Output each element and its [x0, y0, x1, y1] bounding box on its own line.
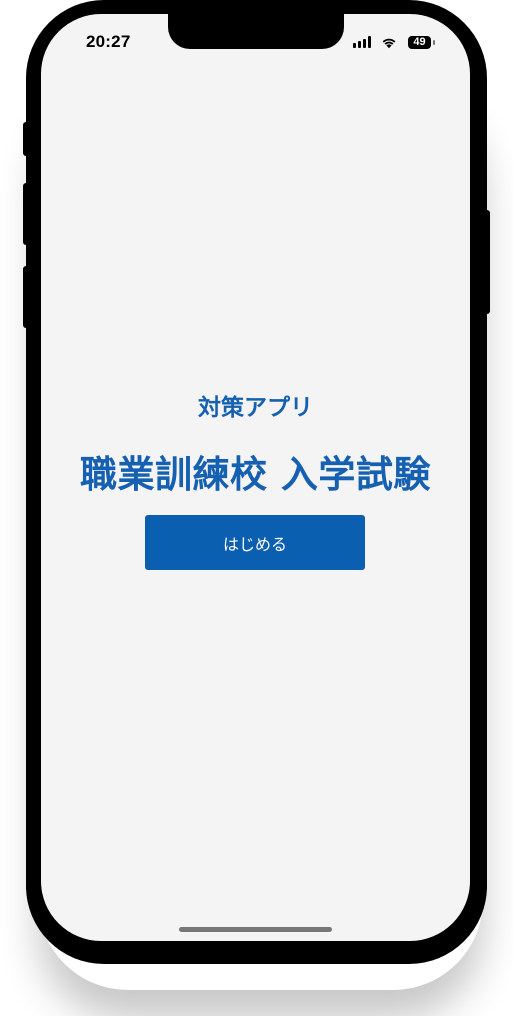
app-screen: 20:27 49 対策アプリ 職業訓練校 入学試験 はじめる [41, 14, 470, 941]
wifi-icon [382, 38, 396, 49]
device-stage: 20:27 49 対策アプリ 職業訓練校 入学試験 はじめる [0, 0, 513, 1016]
app-title: 職業訓練校 入学試験 [80, 453, 431, 496]
status-icons: 49 [353, 34, 435, 50]
home-indicator[interactable] [179, 927, 332, 932]
battery-icon: 49 [408, 35, 435, 49]
status-time: 20:27 [86, 32, 131, 51]
app-subtitle: 対策アプリ [198, 395, 313, 421]
notch [168, 14, 344, 49]
cellular-signal-icon [353, 36, 371, 48]
battery-cap [433, 39, 435, 45]
start-button[interactable]: はじめる [145, 515, 365, 570]
battery-level: 49 [413, 35, 426, 48]
